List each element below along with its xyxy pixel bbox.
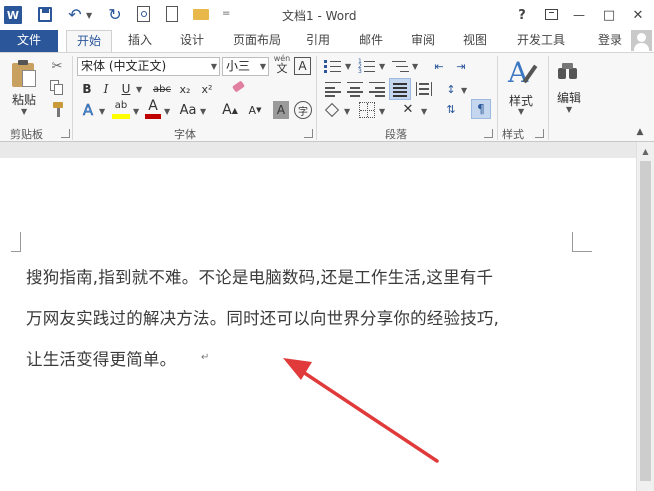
red-arrow-annotation bbox=[283, 358, 439, 463]
arrow-shaft bbox=[298, 368, 439, 463]
